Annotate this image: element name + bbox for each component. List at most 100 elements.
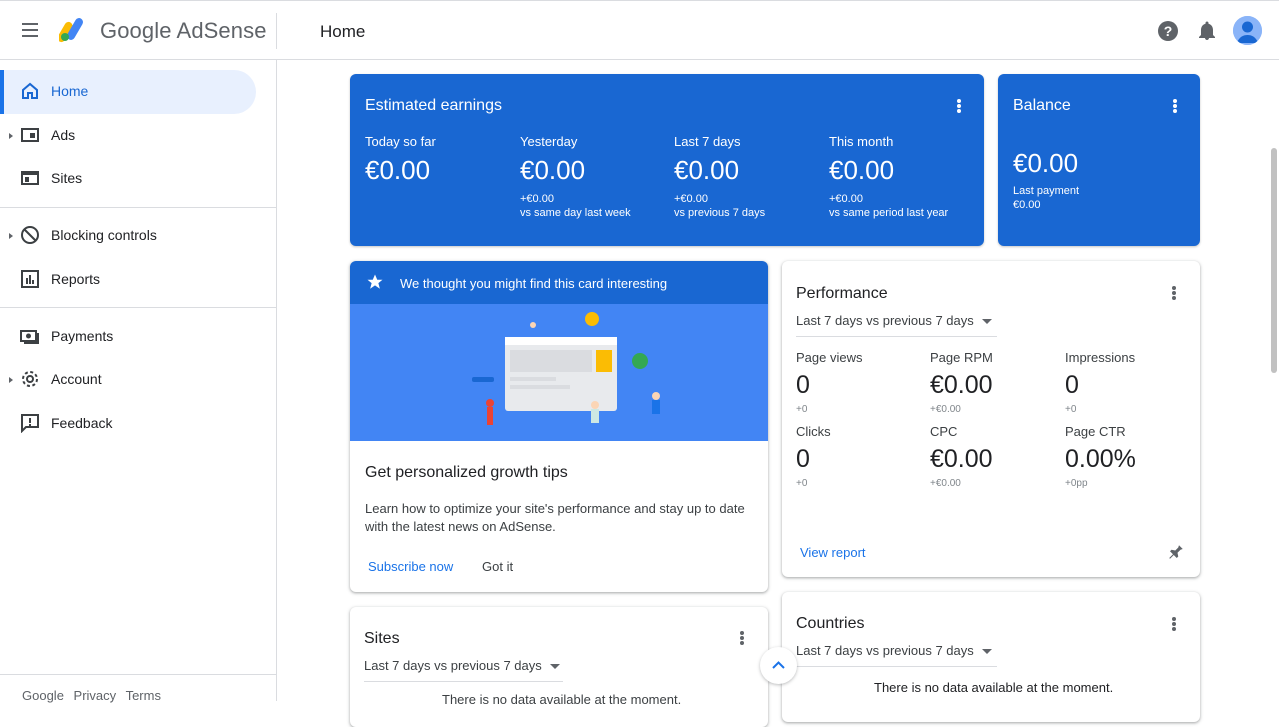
card-title: Estimated earnings	[365, 97, 502, 114]
metric-label: Last 7 days	[674, 134, 741, 149]
notifications-bell-icon[interactable]	[1196, 20, 1218, 42]
balance-card: Balance €0.00 Last payment €0.00	[998, 74, 1200, 246]
metric-delta: +0	[1065, 404, 1077, 415]
sites-icon	[21, 171, 39, 185]
more-options-icon[interactable]	[949, 96, 969, 116]
metric-value: €0.00	[930, 371, 993, 399]
date-range-dropdown[interactable]: Last 7 days vs previous 7 days	[796, 643, 997, 667]
account-avatar[interactable]	[1233, 16, 1262, 45]
performance-card: Performance Last 7 days vs previous 7 da…	[782, 261, 1200, 577]
perf-metric-page-rpm: Page RPM €0.00 +€0.00	[930, 350, 993, 415]
svg-text:?: ?	[1164, 23, 1173, 39]
metric-value: 0.00%	[1065, 445, 1136, 473]
sidebar-item-label: Ads	[51, 127, 76, 143]
home-icon	[22, 82, 38, 99]
pin-icon[interactable]	[1167, 543, 1185, 561]
tips-banner-text: We thought you might find this card inte…	[400, 276, 668, 291]
metric-delta: +0	[796, 478, 808, 489]
gear-icon	[22, 371, 38, 387]
date-range-value: Last 7 days vs previous 7 days	[796, 313, 974, 328]
sites-card: Sites Last 7 days vs previous 7 days The…	[350, 607, 768, 727]
metric-delta: +0pp	[1065, 478, 1088, 489]
last-payment-label: Last payment	[1013, 185, 1080, 197]
sidebar-item-label: Home	[51, 83, 89, 99]
card-title: Balance	[1013, 97, 1071, 114]
sidebar-item-label: Blocking controls	[51, 227, 157, 243]
brand-name: Google AdSense	[100, 18, 267, 43]
countries-card: Countries Last 7 days vs previous 7 days…	[782, 592, 1200, 722]
metric-compare: vs previous 7 days	[674, 207, 766, 219]
metric-label: Impressions	[1065, 350, 1136, 365]
page-title: Home	[320, 22, 366, 41]
sidebar-item-account[interactable]: Account	[0, 358, 256, 402]
metric-label: Yesterday	[520, 134, 578, 149]
perf-metric-cpc: CPC €0.00 +€0.00	[930, 424, 993, 489]
metric-label: Clicks	[796, 424, 831, 439]
sidebar-item-label: Sites	[51, 170, 83, 186]
metric-label: Page RPM	[930, 350, 993, 365]
scroll-to-top-button[interactable]	[760, 647, 797, 684]
more-options-icon[interactable]	[1164, 614, 1184, 634]
tips-title: Get personalized growth tips	[365, 464, 568, 481]
feedback-icon	[21, 414, 39, 433]
metric-value: €0.00	[674, 155, 740, 185]
subscribe-now-button[interactable]: Subscribe now	[368, 559, 453, 574]
date-range-dropdown[interactable]: Last 7 days vs previous 7 days	[796, 313, 997, 337]
top-app-bar: Google AdSense Home ?	[0, 0, 1279, 60]
more-options-icon[interactable]	[1164, 283, 1184, 303]
last-payment-value: €0.00	[1013, 199, 1041, 211]
growth-illustration	[350, 304, 768, 441]
tips-body: Learn how to optimize your site's perfor…	[365, 501, 745, 534]
view-report-link[interactable]: View report	[800, 545, 866, 560]
date-range-value: Last 7 days vs previous 7 days	[796, 643, 974, 658]
chevron-up-icon	[772, 661, 785, 669]
card-title: Countries	[796, 615, 865, 632]
earnings-metric-today: Today so far €0.00	[365, 134, 436, 186]
sidebar-item-ads[interactable]: Ads	[0, 114, 256, 158]
perf-metric-page-ctr: Page CTR 0.00% +0pp	[1065, 424, 1136, 489]
metric-delta: +€0.00	[674, 193, 708, 205]
metric-label: This month	[829, 134, 894, 149]
star-icon	[367, 274, 383, 289]
sidebar-item-home[interactable]: Home	[0, 70, 256, 114]
earnings-metric-this-month: This month €0.00 +€0.00 vs same period la…	[829, 134, 948, 220]
metric-label: CPC	[930, 424, 958, 439]
metric-label: Page views	[796, 350, 863, 365]
card-title: Sites	[364, 630, 400, 647]
page-scrollbar[interactable]	[1271, 148, 1277, 373]
estimated-earnings-card: Estimated earnings Today so far €0.00 Ye…	[350, 74, 984, 246]
sidebar-item-reports[interactable]: Reports	[0, 258, 256, 302]
more-options-icon[interactable]	[1165, 96, 1185, 116]
sidebar-item-label: Payments	[51, 328, 114, 344]
metric-label: Page CTR	[1065, 424, 1126, 439]
expand-caret-icon[interactable]	[9, 233, 13, 239]
sidebar-divider	[0, 307, 276, 308]
expand-caret-icon[interactable]	[9, 377, 13, 383]
sidebar-item-feedback[interactable]: Feedback	[0, 402, 256, 446]
help-icon[interactable]: ?	[1157, 20, 1179, 42]
block-icon	[21, 226, 39, 244]
chevron-down-icon	[981, 649, 992, 655]
metric-compare: vs same period last year	[829, 207, 949, 219]
sidebar-item-sites[interactable]: Sites	[0, 157, 256, 201]
sidebar-nav: Home Ads Sites Blocking controls Reports…	[0, 60, 277, 703]
sidebar-item-label: Reports	[51, 271, 101, 287]
metric-value: €0.00	[829, 155, 895, 185]
perf-metric-clicks: Clicks 0 +0	[796, 424, 831, 489]
sidebar-divider	[0, 674, 276, 675]
metric-value: €0.00	[365, 155, 431, 185]
metric-label: Today so far	[365, 134, 436, 149]
metric-value: €0.00	[930, 445, 993, 473]
hamburger-menu-icon[interactable]	[18, 18, 42, 42]
expand-caret-icon[interactable]	[9, 133, 13, 139]
payments-icon	[20, 330, 39, 344]
metric-compare: vs same day last week	[520, 207, 631, 219]
got-it-button[interactable]: Got it	[482, 559, 513, 574]
metric-value: 0	[796, 445, 810, 473]
more-options-icon[interactable]	[732, 628, 752, 648]
sidebar-item-payments[interactable]: Payments	[0, 315, 256, 359]
metric-delta: +0	[796, 404, 808, 415]
sidebar-item-blocking-controls[interactable]: Blocking controls	[0, 214, 256, 258]
card-title: Performance	[796, 285, 888, 302]
date-range-dropdown[interactable]: Last 7 days vs previous 7 days	[364, 658, 563, 682]
